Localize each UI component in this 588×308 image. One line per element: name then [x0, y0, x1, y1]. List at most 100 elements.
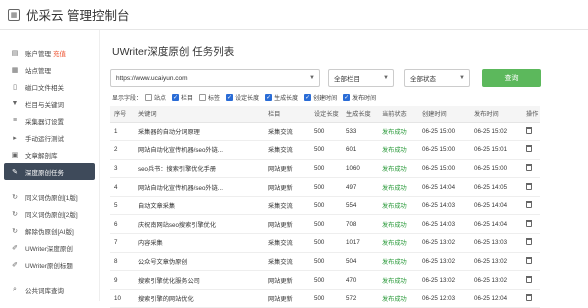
sidebar-item[interactable]: ▯ 磁口文件相关 — [0, 78, 99, 95]
sidebar-item[interactable]: ▤ 账户管理 充值 — [0, 44, 99, 61]
trash-icon[interactable] — [526, 182, 532, 190]
table-row: 6 庆祝南网站seo搜索引擎优化 网站更新 500 708 发布成功 06-25 14:03… — [110, 214, 540, 235]
checkbox-checked-icon[interactable]: ✓ — [265, 94, 273, 101]
sidebar-item[interactable]: ↻ 同义词伪原创[1版] — [0, 188, 99, 205]
trash-icon[interactable] — [526, 219, 532, 227]
query-button[interactable]: 查询 — [482, 69, 541, 87]
table-cell: 500 — [310, 270, 342, 290]
top-bar: ▦ 优采云 管理控制台 — [0, 0, 588, 30]
table-cell: 10 — [110, 289, 134, 308]
field-checkbox[interactable]: 站点 — [145, 93, 166, 102]
table-cell: 06-25 13:02 — [418, 252, 470, 272]
action-cell — [522, 252, 540, 272]
status-select-value: 全部状态 — [410, 76, 436, 83]
table-cell: 6 — [110, 214, 134, 235]
sidebar-item[interactable]: ✐ UWriter深度原创 — [0, 239, 99, 256]
checkbox-checked-icon[interactable]: ✓ — [343, 94, 351, 101]
field-checkbox[interactable]: 标签 — [199, 93, 220, 102]
action-cell — [522, 270, 540, 290]
table-cell: 5 — [110, 196, 134, 216]
table-row: 7 内容采集 采集交流 500 1017 发布成功 06-25 13:02 06-25 13:… — [110, 233, 540, 253]
field-checkbox[interactable]: ✓ 栏目 — [172, 93, 193, 102]
sidebar-item-label: 同义词伪原创[2版] — [25, 211, 78, 219]
sidebar-item[interactable]: ↻ 同义词伪原创[2版] — [0, 205, 99, 222]
trash-icon[interactable] — [526, 256, 532, 264]
sidebar-item[interactable]: ≡ 采集器订设置 — [0, 112, 99, 129]
table-cell: 06-25 13:02 — [470, 270, 522, 290]
field-checkbox[interactable]: ✓ 生成长度 — [265, 93, 298, 102]
status-cell: 发布成功 — [378, 233, 418, 253]
sidebar-item[interactable]: ⌕ 公共词库查询 — [0, 281, 99, 298]
refresh-icon: ↻ — [12, 210, 18, 218]
field-label: 栏目 — [181, 96, 194, 102]
action-cell — [522, 177, 540, 197]
site-select[interactable]: https://www.ucaiyun.com ▼ — [110, 69, 320, 87]
checkbox-unchecked-icon[interactable] — [145, 94, 153, 101]
table-cell: 1060 — [342, 159, 378, 179]
trash-icon[interactable] — [526, 145, 532, 153]
table-cell: 554 — [342, 196, 378, 216]
table-cell: 500 — [310, 289, 342, 308]
refresh-icon: ↻ — [12, 227, 18, 235]
table-cell: 网站自动化宣传机器/seo外链... — [134, 140, 264, 160]
field-label: 生成长度 — [274, 96, 299, 102]
table-cell: 网站更新 — [264, 159, 310, 179]
sidebar-item-label: 栏目与关键词 — [25, 101, 64, 109]
sidebar-item-label: UWriter深度原创 — [25, 245, 73, 253]
trash-icon[interactable] — [526, 238, 532, 246]
table-row: 2 网站自动化宣传机器/seo外链... 采集交流 500 601 发布成功 06-25 1… — [110, 140, 540, 160]
site-select-value: https://www.ucaiyun.com — [116, 74, 188, 82]
trash-icon[interactable] — [526, 294, 532, 302]
trash-icon[interactable] — [526, 163, 532, 171]
table-cell: 网站更新 — [264, 270, 310, 290]
sidebar-item-label: 同义词伪原创[1版] — [25, 194, 78, 202]
table-cell: 1 — [110, 122, 134, 142]
table-cell: 504 — [342, 252, 378, 272]
table-cell: 601 — [342, 140, 378, 160]
table-cell: 06-25 15:00 — [418, 159, 470, 179]
table-cell: 500 — [310, 177, 342, 197]
table-cell: 4 — [110, 177, 134, 197]
sidebar-item[interactable]: ✎ 深度原创任务 — [4, 163, 95, 180]
sidebar-item-label: UWriter原创标题 — [25, 262, 73, 270]
pen-icon: ✐ — [12, 244, 18, 252]
task-table: 序号 关键词 栏目 设定长度 生成长度 当前状态 创建时间 发布时间 操作 1 采集器的自动分词原… — [110, 106, 540, 308]
column-header: 发布时间 — [470, 106, 522, 123]
table-cell: 06-25 14:03 — [418, 196, 470, 216]
checkbox-checked-icon[interactable]: ✓ — [304, 94, 312, 101]
sidebar-item[interactable]: ✐ UWriter原创标题 — [0, 256, 99, 273]
table-cell: 06-25 13:02 — [418, 233, 470, 253]
chevron-down-icon: ▼ — [459, 75, 465, 81]
trash-icon[interactable] — [526, 126, 532, 134]
trash-icon[interactable] — [526, 275, 532, 283]
app-title: 优采云 管理控制台 — [26, 9, 130, 23]
column-select[interactable]: 全部栏目 ▼ — [328, 69, 394, 87]
document-icon: ▯ — [13, 83, 17, 91]
sidebar-item-label: 采集器订设置 — [25, 118, 64, 126]
field-checkbox[interactable]: ✓ 发布时间 — [343, 93, 376, 102]
sidebar-item[interactable]: ▸ 手动运行测试 — [0, 129, 99, 146]
recharge-badge[interactable]: 充值 — [53, 48, 66, 58]
display-fields: 显示字段： 站点 ✓ 栏目 标签 ✓ 设定长度 ✓ 生成长度 ✓ 创建时间 ✓ 发布时间 — [112, 93, 382, 102]
field-checkbox[interactable]: ✓ 创建时间 — [304, 93, 337, 102]
table-cell: 06-25 14:05 — [470, 177, 522, 197]
field-checkbox[interactable]: ✓ 设定长度 — [226, 93, 259, 102]
sidebar-item[interactable]: ▼ 栏目与关键词 — [0, 95, 99, 112]
table-row: 4 网站自动化宣传机器/seo外链... 网站更新 500 497 发布成功 06-25 1… — [110, 177, 540, 197]
sidebar-item[interactable]: ↻ 解除伪原创[AI版] — [0, 222, 99, 239]
search-icon: ⌕ — [13, 285, 17, 293]
action-cell — [522, 214, 540, 235]
table-cell: 06-25 15:00 — [418, 122, 470, 142]
status-select[interactable]: 全部状态 ▼ — [404, 69, 470, 87]
table-cell: 9 — [110, 270, 134, 290]
checkbox-unchecked-icon[interactable] — [199, 94, 207, 101]
sidebar-item[interactable]: ▣ 文章解剖库 — [0, 146, 99, 163]
column-header: 生成长度 — [342, 106, 378, 123]
checkbox-checked-icon[interactable]: ✓ — [172, 94, 180, 101]
table-cell: 06-25 15:00 — [418, 140, 470, 160]
checkbox-checked-icon[interactable]: ✓ — [226, 94, 234, 101]
sidebar-item[interactable]: ▦ 站点管理 — [0, 61, 99, 78]
trash-icon[interactable] — [526, 201, 532, 209]
refresh-icon: ↻ — [12, 193, 18, 201]
chevron-down-icon: ▼ — [309, 75, 315, 81]
